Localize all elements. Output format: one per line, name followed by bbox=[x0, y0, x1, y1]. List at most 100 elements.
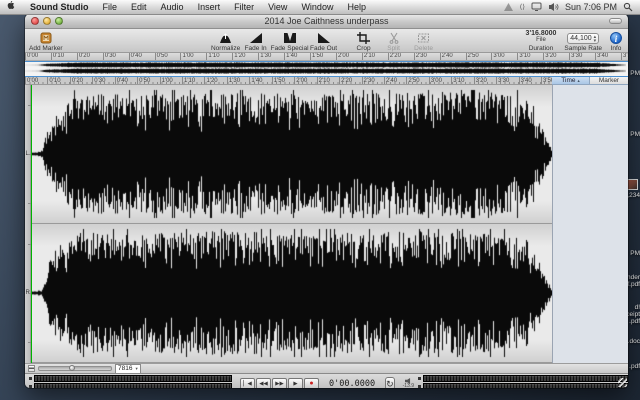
playback-time-display: 0'00.0000 bbox=[329, 378, 376, 389]
ruler-tick: 1'10 bbox=[206, 53, 220, 60]
rewind-button[interactable]: ◀◀ bbox=[256, 377, 271, 388]
ruler-tick: 2'20 bbox=[339, 77, 353, 84]
duration-value: 3'16.8000 bbox=[525, 30, 557, 37]
go-to-start-button[interactable]: ▏◀ bbox=[240, 377, 255, 388]
ruler-tick: 0'00 bbox=[25, 77, 39, 84]
ruler-tick: 0'30 bbox=[102, 53, 116, 60]
split-label: Split bbox=[387, 45, 400, 52]
sample-rate-value: 44,100 bbox=[570, 35, 592, 42]
zoom-value-field[interactable]: 7816 ▾ bbox=[115, 363, 141, 374]
output-meters bbox=[29, 374, 232, 388]
crop-button[interactable]: Crop bbox=[349, 30, 379, 52]
stepper-arrows-icon: ▴ ▾ bbox=[593, 33, 597, 44]
ruler-tick: 0'30 bbox=[92, 77, 106, 84]
volume-menu-icon[interactable] bbox=[548, 2, 559, 12]
menu-window[interactable]: Window bbox=[294, 0, 340, 14]
time-ruler[interactable]: 0'00 0'10 0'20 0'30 0'40 0'50 1'00 1'10 1'20 1'30… bbox=[25, 77, 552, 85]
waveform-area[interactable] bbox=[31, 85, 552, 363]
menu-edit[interactable]: Edit bbox=[124, 0, 154, 14]
ruler-tick: 3'20 bbox=[543, 53, 557, 60]
waveform-canvas[interactable] bbox=[31, 85, 552, 363]
sample-rate-stepper[interactable]: 44,100 ▴ ▾ bbox=[567, 33, 600, 44]
spotlight-icon[interactable] bbox=[623, 2, 634, 12]
input-meters bbox=[418, 374, 628, 388]
ruler-tick: 0'20 bbox=[69, 77, 84, 84]
ruler-tick: 3'50 bbox=[621, 53, 628, 60]
graph-menu-icon[interactable] bbox=[503, 2, 514, 12]
overview-ruler[interactable]: 0'00 0'10 0'20 0'30 0'40 0'50 1'00 1'10 1'20 1'30… bbox=[25, 53, 628, 61]
playhead-cursor[interactable] bbox=[31, 85, 32, 363]
apple-menu-icon[interactable] bbox=[0, 0, 23, 15]
menu-insert[interactable]: Insert bbox=[191, 0, 228, 14]
menu-file[interactable]: File bbox=[96, 0, 125, 14]
resize-grip[interactable] bbox=[618, 378, 627, 387]
input-meter-right bbox=[423, 382, 628, 388]
marker-list-body[interactable] bbox=[552, 85, 628, 363]
ruler-tick: 1'20 bbox=[232, 53, 246, 60]
display-menu-icon[interactable] bbox=[531, 2, 542, 12]
ruler-tick: 3'00 bbox=[491, 53, 505, 60]
ruler-tick: 1'30 bbox=[226, 77, 241, 84]
crop-label: Crop bbox=[356, 45, 371, 52]
ruler-tick: 3'40 bbox=[595, 53, 609, 60]
fade-out-button[interactable]: Fade Out bbox=[309, 30, 339, 52]
overview-waveform-canvas[interactable] bbox=[25, 62, 626, 74]
record-button[interactable]: ● bbox=[304, 377, 319, 388]
ruler-tick: 3'10 bbox=[451, 77, 465, 84]
ruler-tick: 2'50 bbox=[465, 53, 479, 60]
zoom-slider[interactable] bbox=[38, 365, 112, 371]
code-menu-icon[interactable]: ⟨⟩ bbox=[520, 3, 525, 11]
fade-special-icon bbox=[283, 31, 297, 44]
zoom-out-icon[interactable]: ▬ bbox=[28, 365, 35, 372]
delete-icon bbox=[417, 31, 430, 44]
ruler-tick: 2'10 bbox=[316, 77, 330, 84]
ruler-tick: 3'50 bbox=[541, 77, 552, 84]
normalize-button[interactable]: Normalize bbox=[211, 30, 241, 52]
menu-app-name[interactable]: Sound Studio bbox=[23, 0, 96, 14]
ruler-tick: 0'10 bbox=[50, 53, 65, 60]
play-button[interactable]: ▶ bbox=[288, 377, 303, 388]
toolbar-toggle-pill[interactable] bbox=[609, 18, 622, 24]
ruler-tick: 3'20 bbox=[473, 77, 487, 84]
zoom-slider-thumb[interactable] bbox=[69, 365, 76, 371]
menu-audio[interactable]: Audio bbox=[154, 0, 191, 14]
ruler-tick: 0'40 bbox=[128, 53, 142, 60]
fade-in-label: Fade In bbox=[244, 45, 267, 52]
zoom-strip: ▬ 7816 ▾ bbox=[25, 363, 628, 374]
ruler-tick: 1'20 bbox=[204, 77, 218, 84]
add-marker-label: Add Marker bbox=[29, 45, 63, 52]
menu-view[interactable]: View bbox=[261, 0, 294, 14]
add-marker-button[interactable]: Add Marker bbox=[29, 30, 63, 52]
marker-time-header[interactable]: Time ▴ bbox=[552, 77, 590, 84]
ruler-tick: 2'20 bbox=[387, 53, 401, 60]
fade-in-icon bbox=[249, 31, 263, 44]
input-meter-left bbox=[423, 374, 628, 382]
duration-label: Duration bbox=[528, 45, 554, 52]
menu-filter[interactable]: Filter bbox=[227, 0, 261, 14]
menu-help[interactable]: Help bbox=[340, 0, 373, 14]
ruler-tick: 3'40 bbox=[518, 77, 532, 84]
fast-forward-button[interactable]: ▶▶ bbox=[272, 377, 287, 388]
ruler-tick: 3'30 bbox=[569, 53, 583, 60]
info-icon[interactable]: i bbox=[610, 32, 622, 44]
ruler-tick: 2'10 bbox=[361, 53, 376, 60]
fade-in-button[interactable]: Fade In bbox=[241, 30, 271, 52]
fade-out-icon bbox=[317, 31, 331, 44]
output-meter-right bbox=[34, 382, 232, 388]
editor-content: L R bbox=[25, 85, 628, 363]
ruler-tick: 0'10 bbox=[47, 77, 61, 84]
ruler-tick: 3'30 bbox=[496, 77, 510, 84]
menu-clock[interactable]: Sun 7:06 PM bbox=[565, 2, 617, 12]
ruler-tick: 1'00 bbox=[159, 77, 173, 84]
overview-strip[interactable] bbox=[25, 61, 628, 77]
fade-special-button[interactable]: Fade Special bbox=[271, 30, 309, 52]
info-control: i Info bbox=[610, 30, 622, 52]
fade-special-label: Fade Special bbox=[270, 45, 309, 52]
window-title: 2014 Joe Caithness underpass bbox=[264, 16, 389, 26]
ruler-tick: 2'40 bbox=[383, 77, 398, 84]
loop-button[interactable]: ↻ bbox=[385, 377, 395, 388]
marker-name-header[interactable]: Marker bbox=[590, 77, 628, 84]
ruler-tick: 1'40 bbox=[249, 77, 263, 84]
ruler-tick: 2'50 bbox=[406, 77, 420, 84]
title-bar[interactable]: 2014 Joe Caithness underpass bbox=[25, 14, 628, 29]
